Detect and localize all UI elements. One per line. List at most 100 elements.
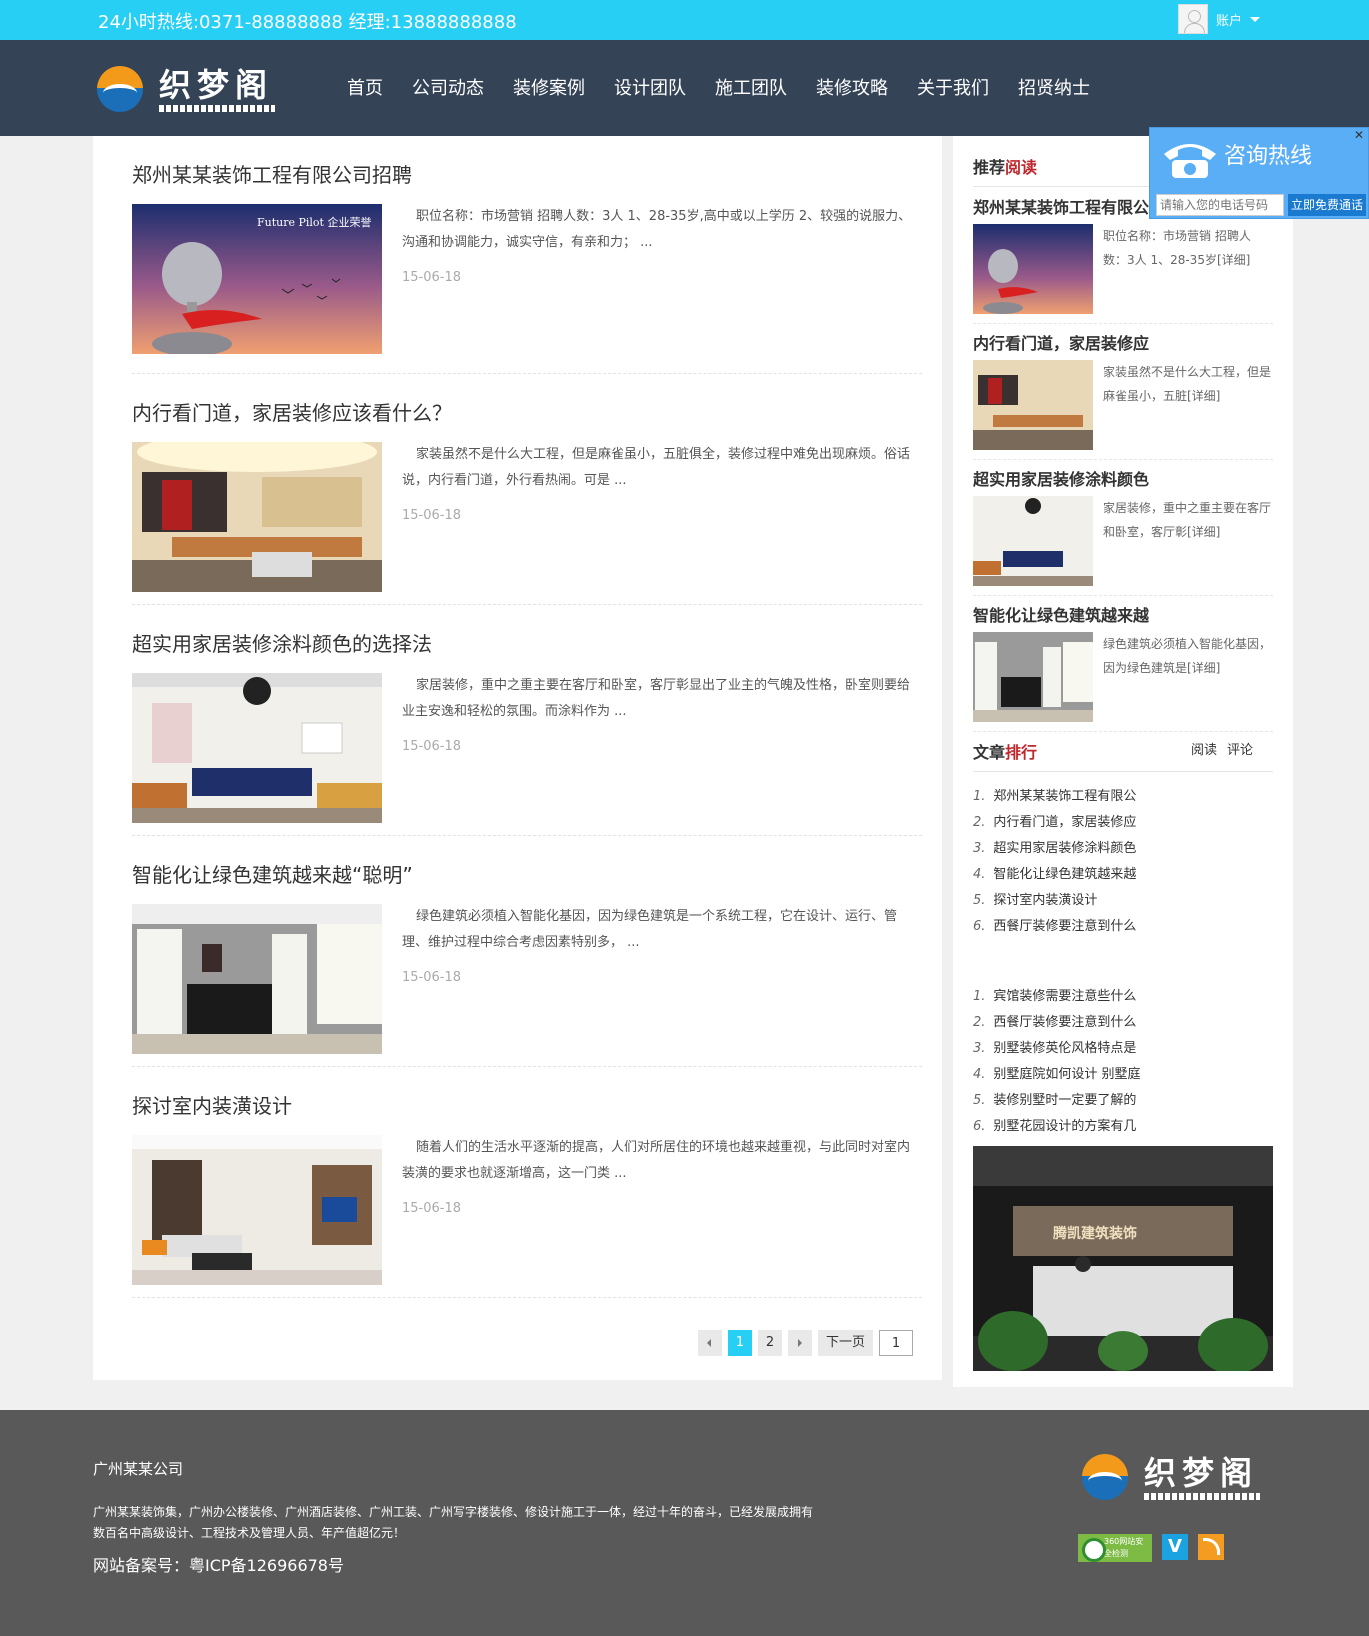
article-summary: 家装虽然不是什么大工程，但是麻雀虽小，五脏俱全，装修过程中难免出现麻烦。俗话说，… [402, 447, 911, 488]
recommend-snippet: 家装虽然不是什么大工程，但是麻雀虽小，五脏[详细] [1103, 365, 1272, 403]
footer-logo[interactable]: 织梦阁 [1082, 1454, 1260, 1500]
next-arrow-button[interactable] [788, 1330, 812, 1356]
article-summary: 职位名称：市场营销 招聘人数：3人 1、28-35岁,高中或以上学历 2、较强的… [402, 209, 912, 250]
reception-sign-text: 腾凯建筑装饰 [1053, 1225, 1137, 1242]
list-item[interactable]: 6. 别墅花园设计的方案有几 [973, 1114, 1273, 1140]
article-title[interactable]: 内行看门道，家居装修应该看什么？ [132, 397, 922, 426]
footer-logo-text: 织梦阁 [1144, 1453, 1259, 1492]
ranking-heading: 文章排行 阅读 评论 [973, 739, 1273, 772]
recommend-item: 内行看门道，家居装修应 家装虽然不是什么大工程，但是麻雀虽小，五脏[详细] [973, 330, 1273, 460]
caret-down-icon [1250, 16, 1261, 22]
article-thumbnail[interactable] [132, 904, 382, 1054]
list-item[interactable]: 2. 内行看门道，家居装修应 [973, 810, 1273, 836]
hotline-title: 咨询热线 [1224, 144, 1313, 169]
security-360-badge[interactable]: 360网站安全检测 [1078, 1534, 1152, 1562]
recommend-title[interactable]: 智能化让绿色建筑越来越 [973, 602, 1273, 626]
recommend-item: 超实用家居装修涂料颜色 家居装修，重中之重主要在客厅和卧室，客厅彰[详细] [973, 466, 1273, 596]
article-thumbnail[interactable] [132, 442, 382, 592]
nav-construction-team[interactable]: 施工团队 [715, 74, 787, 100]
page-select[interactable]: 1 [879, 1330, 914, 1356]
list-item[interactable]: 5. 装修别墅时一定要了解的 [973, 1088, 1273, 1114]
article-list: 郑州某某装饰工程有限公司招聘 Future Pilot 企业荣誉 职位名称：市场… [93, 136, 942, 1380]
page-2-button[interactable]: 2 [758, 1330, 782, 1356]
account-label: 账户 [1216, 13, 1243, 29]
list-item[interactable]: 6. 西餐厅装修要注意到什么 [973, 914, 1273, 940]
main-nav: 首页 公司动态 装修案例 设计团队 施工团队 装修攻略 关于我们 招贤纳士 [347, 74, 1119, 100]
next-page-button[interactable]: 下一页 [818, 1330, 874, 1356]
thumbnail-caption: Future Pilot 企业荣誉 [257, 215, 371, 229]
recommend-thumbnail[interactable] [973, 360, 1093, 450]
nav-company-news[interactable]: 公司动态 [412, 74, 484, 100]
tab-comment[interactable]: 评论 [1227, 743, 1253, 758]
list-item[interactable]: 1. 郑州某某装饰工程有限公 [973, 784, 1273, 810]
list-item[interactable]: 4. 智能化让绿色建筑越来越 [973, 862, 1273, 888]
rss-icon[interactable] [1198, 1534, 1224, 1560]
article-item: 智能化让绿色建筑越来越“聪明” 绿色建筑必须植入智能化基因，因为绿色建筑是一个系… [132, 836, 922, 1067]
free-call-button[interactable]: 立即免费通话 [1288, 194, 1366, 216]
logo-subtitle-graphic [1144, 1492, 1260, 1500]
tab-read[interactable]: 阅读 [1191, 743, 1217, 758]
article-item: 超实用家居装修涂料颜色的选择法 家居装修，重中之重主要在客厅和卧室，客厅彰显出了… [132, 605, 922, 836]
list-item[interactable]: 3. 别墅装修英伦风格特点是 [973, 1036, 1273, 1062]
list-item[interactable]: 4. 别墅庭院如何设计 别墅庭 [973, 1062, 1273, 1088]
telephone-icon [1164, 144, 1216, 178]
logo-text: 织梦阁 [159, 65, 274, 104]
list-item[interactable]: 2. 西餐厅装修要注意到什么 [973, 1010, 1273, 1036]
nav-design-team[interactable]: 设计团队 [614, 74, 686, 100]
logo-mark-icon [97, 66, 143, 112]
nav-guides[interactable]: 装修攻略 [816, 74, 888, 100]
article-title[interactable]: 超实用家居装修涂料颜色的选择法 [132, 628, 922, 657]
nav-cases[interactable]: 装修案例 [513, 74, 585, 100]
article-thumbnail[interactable]: Future Pilot 企业荣誉 [132, 204, 382, 354]
phone-input[interactable] [1156, 194, 1284, 216]
hotline-text: 24小时热线:0371-88888888 经理:13888888888 [98, 12, 517, 33]
page-1-button[interactable]: 1 [728, 1330, 752, 1356]
article-thumbnail[interactable] [132, 1135, 382, 1285]
article-item: 内行看门道，家居装修应该看什么？ 家装虽然不是什么大工程，但是麻雀虽小，五脏俱全… [132, 374, 922, 605]
logo-subtitle-graphic [159, 104, 275, 112]
recommend-thumbnail[interactable] [973, 632, 1093, 722]
verified-v-icon[interactable]: V [1162, 1534, 1188, 1560]
nav-home[interactable]: 首页 [347, 74, 383, 100]
footer-description: 广州某某装饰集，广州办公楼装修、广州酒店装修、广州工装、广州写字楼装修、修设计施… [93, 1505, 814, 1540]
site-logo[interactable]: 织梦阁 [97, 66, 275, 112]
avatar-icon [1178, 4, 1208, 34]
article-item: 郑州某某装饰工程有限公司招聘 Future Pilot 企业荣誉 职位名称：市场… [132, 136, 922, 374]
hotline-widget: 咨询热线 ✕ 立即免费通话 [1149, 127, 1369, 219]
article-title[interactable]: 郑州某某装饰工程有限公司招聘 [132, 159, 922, 188]
article-thumbnail[interactable] [132, 673, 382, 823]
recommend-snippet: 家居装修，重中之重主要在客厅和卧室，客厅彰[详细] [1103, 501, 1272, 539]
account-menu[interactable]: 账户 [1178, 4, 1261, 34]
close-icon[interactable]: ✕ [1354, 128, 1364, 142]
list-item[interactable]: 5. 探讨室内装潢设计 [973, 888, 1273, 914]
office-reception-photo[interactable]: 腾凯建筑装饰 [973, 1146, 1273, 1371]
article-item: 探讨室内装潢设计 随着人们的生活水平逐渐的提高，人们对所居住的环境也越来越重视，… [132, 1067, 922, 1298]
article-title[interactable]: 探讨室内装潢设计 [132, 1090, 922, 1119]
recommend-thumbnail[interactable] [973, 496, 1093, 586]
article-summary: 随着人们的生活水平逐渐的提高，人们对所居住的环境也越来越重视，与此同时对室内装潢… [402, 1140, 911, 1181]
pagination: 1 2 下一页 1 [698, 1330, 914, 1356]
nav-careers[interactable]: 招贤纳士 [1018, 74, 1090, 100]
footer-badges: 360网站安全检测 V [1078, 1534, 1224, 1562]
recommend-title[interactable]: 内行看门道，家居装修应 [973, 330, 1273, 354]
article-date: 15-06-18 [402, 270, 462, 285]
article-date: 15-06-18 [402, 970, 462, 985]
list-item[interactable]: 1. 宾馆装修需要注意些什么 [973, 984, 1273, 1010]
footer: 广州某某公司 广州某某装饰集，广州办公楼装修、广州酒店装修、广州工装、广州写字楼… [0, 1410, 1369, 1636]
nav-about[interactable]: 关于我们 [917, 74, 989, 100]
recommend-snippet: 绿色建筑必须植入智能化基因，因为绿色建筑是[详细] [1103, 637, 1272, 675]
ranking-tabs: 阅读 评论 [1181, 739, 1253, 758]
logo-mark-icon [1082, 1454, 1128, 1500]
prev-page-button[interactable] [698, 1330, 722, 1356]
article-date: 15-06-18 [402, 739, 462, 754]
ranking-list-comment: 1. 宾馆装修需要注意些什么 2. 西餐厅装修要注意到什么 3. 别墅装修英伦风格特点… [973, 984, 1273, 1140]
list-item[interactable]: 3. 超实用家居装修涂料颜色 [973, 836, 1273, 862]
topbar: 24小时热线:0371-88888888 经理:13888888888 账户 [0, 0, 1369, 40]
footer-icp[interactable]: 网站备案号：粤ICP备12696678号 [93, 1552, 344, 1576]
footer-company-name: 广州某某公司 [93, 1460, 184, 1478]
recommend-snippet: 职位名称：市场营销 招聘人数：3人 1、28-35岁[详细] [1103, 229, 1251, 267]
recommend-thumbnail[interactable] [973, 224, 1093, 314]
article-title[interactable]: 智能化让绿色建筑越来越“聪明” [132, 859, 922, 888]
recommend-title[interactable]: 超实用家居装修涂料颜色 [973, 466, 1273, 490]
sidebar: 推荐阅读 郑州某某装饰工程有限公司招聘 职位名称：市场营销 招聘人数：3人 1、… [953, 136, 1293, 1387]
